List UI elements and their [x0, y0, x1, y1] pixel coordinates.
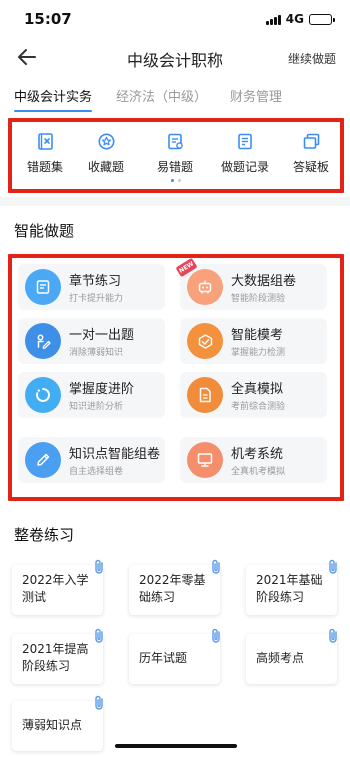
- card-knowledge-paper[interactable]: 知识点智能组卷 自主选择组卷: [18, 437, 165, 483]
- star-icon: [97, 132, 115, 150]
- card-computer-exam[interactable]: 机考系统 全真机考模拟: [180, 437, 327, 483]
- page-dot-active: [171, 179, 174, 182]
- paperclip-icon: [212, 559, 220, 574]
- paper-card[interactable]: 薄弱知识点: [12, 695, 103, 751]
- card-one-on-one[interactable]: 一对一出题 消除薄弱知识: [18, 318, 165, 364]
- subject-tabs: 中级会计实务 经济法（中级） 财务管理: [0, 86, 350, 112]
- qa-board-icon: [302, 132, 320, 150]
- paper-card[interactable]: 2021年提高阶段练习: [12, 628, 103, 684]
- battery-icon: [309, 13, 335, 25]
- card-subtitle: 智能阶段测验: [231, 294, 286, 304]
- document-icon: [187, 377, 223, 413]
- paperclip-icon: [95, 695, 103, 710]
- paper-title: 2021年提高阶段练习: [22, 642, 89, 673]
- paper-title: 2022年零基础练习: [139, 573, 206, 604]
- tab-label: 财务管理: [230, 90, 283, 105]
- paper-title: 2021年基础阶段练习: [256, 573, 323, 604]
- paper-practice-title: 整卷练习: [14, 526, 75, 544]
- tab-financial-management[interactable]: 财务管理: [230, 86, 282, 105]
- home-indicator[interactable]: [115, 744, 237, 748]
- tool-label: 错题集: [26, 160, 63, 174]
- signal-icon: [265, 14, 281, 25]
- continue-practice-button[interactable]: 继续做题: [288, 50, 336, 67]
- card-full-simulation[interactable]: 全真模拟 考前综合测验: [180, 372, 327, 418]
- card-subtitle: 掌握能力检测: [231, 348, 286, 358]
- pen-person-icon: [25, 323, 61, 359]
- smart-exam-icon: [187, 323, 223, 359]
- card-big-data-paper[interactable]: NEW 大数据组卷 智能阶段测验: [175, 257, 327, 310]
- tool-label: 收藏题: [87, 160, 124, 174]
- card-mastery-advance[interactable]: 掌握度进阶 知识进阶分析: [18, 372, 165, 418]
- robot-icon: [187, 269, 223, 305]
- card-subtitle: 消除薄弱知识: [69, 348, 124, 358]
- tool-label: 做题记录: [220, 160, 269, 174]
- card-title: 大数据组卷: [231, 274, 297, 289]
- card-title: 智能模考: [231, 328, 284, 343]
- card-subtitle: 考前综合测验: [231, 402, 286, 412]
- paper-title: 高频考点: [256, 651, 305, 665]
- tool-label: 答疑板: [292, 160, 329, 174]
- card-title: 知识点智能组卷: [69, 447, 161, 462]
- status-indicators: 4G: [265, 12, 335, 26]
- paperclip-icon: [95, 559, 103, 574]
- status-time: 15:07: [24, 10, 72, 28]
- card-subtitle: 全真机考模拟: [231, 467, 286, 477]
- card-subtitle: 知识进阶分析: [69, 402, 124, 412]
- tool-qa-board[interactable]: 答疑板: [280, 132, 342, 175]
- paper-card[interactable]: 2022年入学测试: [12, 559, 103, 615]
- paper-card[interactable]: 历年试题: [129, 628, 220, 684]
- card-title: 机考系统: [231, 447, 284, 462]
- card-chapter-practice[interactable]: 章节练习 打卡提升能力: [18, 264, 165, 310]
- chapter-icon: [25, 269, 61, 305]
- network-label: 4G: [285, 12, 304, 26]
- mistake-book-icon: [36, 132, 54, 150]
- active-tab-indicator: [14, 110, 93, 112]
- tools-page-indicator: [8, 179, 344, 182]
- tab-label: 经济法（中级）: [116, 90, 208, 105]
- card-title: 一对一出题: [69, 328, 135, 343]
- tool-favorites[interactable]: 收藏题: [75, 132, 137, 175]
- card-subtitle: 打卡提升能力: [69, 294, 124, 304]
- card-subtitle: 自主选择组卷: [69, 467, 124, 477]
- tab-label: 中级会计实务: [14, 90, 93, 105]
- card-smart-exam[interactable]: 智能模考 掌握能力检测: [180, 318, 327, 364]
- tab-intermediate-accounting[interactable]: 中级会计实务: [14, 86, 93, 112]
- progress-ring-icon: [25, 377, 61, 413]
- section-divider: [0, 197, 350, 206]
- smart-practice-title: 智能做题: [14, 222, 75, 240]
- paper-title: 2022年入学测试: [22, 573, 89, 604]
- paper-title: 薄弱知识点: [22, 718, 83, 732]
- page-dot: [178, 179, 181, 182]
- tool-mistake-book[interactable]: 错题集: [14, 132, 76, 175]
- card-title: 全真模拟: [231, 382, 284, 397]
- paper-title: 历年试题: [139, 651, 188, 665]
- paper-card[interactable]: 2021年基础阶段练习: [246, 559, 337, 615]
- paperclip-icon: [95, 628, 103, 643]
- paperclip-icon: [212, 628, 220, 643]
- smart-practice-grid: 章节练习 打卡提升能力 NEW 大数据组卷 智能阶段测验 一对一出题 消除薄弱知…: [8, 254, 344, 501]
- error-prone-icon: [166, 132, 184, 150]
- status-bar: 15:07 4G: [0, 0, 350, 40]
- quick-tools: 错题集 收藏题 易错题 做题记录 答疑板: [8, 118, 344, 193]
- paperclip-icon: [329, 559, 337, 574]
- monitor-icon: [187, 442, 223, 478]
- pencil-icon: [25, 442, 61, 478]
- tool-error-prone[interactable]: 易错题: [144, 132, 206, 175]
- record-icon: [236, 132, 254, 150]
- card-title: 掌握度进阶: [69, 382, 135, 397]
- paper-card[interactable]: 2022年零基础练习: [129, 559, 220, 615]
- paper-card[interactable]: 高频考点: [246, 628, 337, 684]
- paperclip-icon: [329, 628, 337, 643]
- card-title: 章节练习: [69, 274, 122, 289]
- tool-practice-record[interactable]: 做题记录: [214, 132, 276, 175]
- navigation-bar: 中级会计职称 继续做题: [0, 40, 350, 76]
- tool-label: 易错题: [156, 160, 193, 174]
- tab-economic-law[interactable]: 经济法（中级）: [116, 86, 207, 105]
